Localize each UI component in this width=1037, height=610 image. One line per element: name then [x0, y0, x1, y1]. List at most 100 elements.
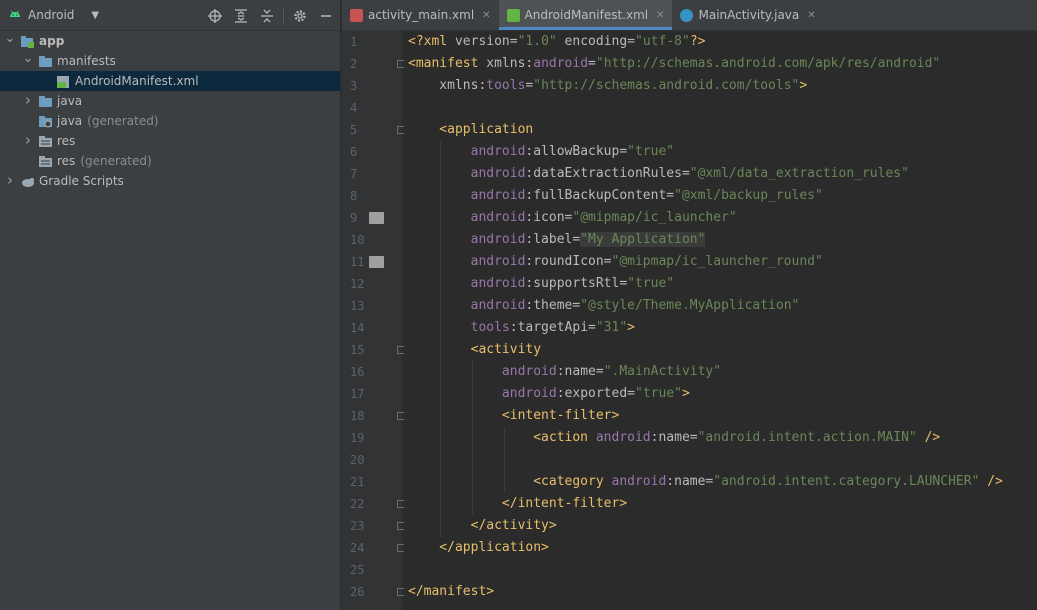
tab-activity-main-xml[interactable]: activity_main.xml ✕	[342, 0, 499, 30]
code-token: :targetApi=	[509, 320, 596, 335]
code-line: android:name=".MainActivity"	[408, 361, 721, 383]
code-token: "@style/Theme.MyApplication"	[580, 298, 800, 313]
code-token: tools	[486, 78, 526, 93]
code-token: :dataExtractionRules=	[525, 166, 690, 181]
tree-item[interactable]: › res	[0, 131, 340, 151]
code-token: "android.intent.category.LAUNCHER"	[713, 474, 980, 489]
line-number: 26	[350, 585, 365, 599]
line-number: 14	[350, 321, 365, 335]
tab-label: MainActivity.java	[698, 8, 800, 22]
tree-item[interactable]: ⌄ app	[0, 31, 340, 51]
collapse-all-icon[interactable]	[257, 6, 277, 26]
gear-icon[interactable]	[290, 6, 310, 26]
code-token: <intent-filter>	[408, 408, 620, 423]
tab-mainactivity-java[interactable]: MainActivity.java ✕	[672, 0, 823, 30]
tab-label: AndroidManifest.xml	[524, 8, 649, 22]
line-number: 1	[350, 35, 358, 49]
code-token: <manifest	[408, 56, 479, 71]
line-number: 24	[350, 541, 365, 555]
chevron-right-icon[interactable]: ›	[22, 131, 34, 149]
project-header: Android ▼	[0, 0, 340, 31]
code-line: <activity	[408, 339, 541, 361]
image-preview-icon[interactable]	[369, 212, 384, 224]
line-number: 10	[350, 233, 365, 247]
module-icon	[20, 35, 35, 48]
line-number: 16	[350, 365, 365, 379]
line-number: 5	[350, 123, 358, 137]
tree-item[interactable]: java (generated)	[0, 111, 340, 131]
code-line: tools:targetApi="31">	[408, 317, 635, 339]
tree-item-text: java	[57, 114, 83, 128]
code-token: "1.0"	[517, 34, 557, 49]
code-token: android	[408, 232, 526, 247]
code-token: android	[533, 56, 589, 71]
image-preview-icon[interactable]	[369, 256, 384, 268]
tree-item[interactable]: › java	[0, 91, 340, 111]
code-token: android	[588, 430, 651, 445]
chevron-right-icon[interactable]: ›	[4, 171, 16, 189]
chevron-right-icon[interactable]: ›	[22, 91, 34, 109]
code-token: "My Application"	[580, 232, 706, 247]
code-token: android	[408, 364, 557, 379]
code-token: "utf-8"	[635, 34, 690, 49]
code-token: "@xml/data_extraction_rules"	[689, 166, 909, 181]
tree-item[interactable]: › Gradle Scripts	[0, 171, 340, 191]
chevron-down-icon[interactable]: ⌄	[22, 51, 34, 66]
line-number: 22	[350, 497, 365, 511]
code-token: android	[408, 386, 557, 401]
java-class-icon	[680, 8, 694, 22]
tree-item-label: app	[39, 34, 64, 48]
code-line: </application>	[408, 537, 549, 559]
code-token: />	[916, 430, 941, 445]
code-token: :icon=	[525, 210, 573, 225]
tree-item[interactable]: AndroidManifest.xml	[0, 71, 340, 91]
code-line: android:exported="true">	[408, 383, 690, 405]
expand-all-icon[interactable]	[231, 6, 251, 26]
code-token: android	[408, 210, 526, 225]
code-token: ".MainActivity"	[603, 364, 722, 379]
project-tree: ⌄ app ⌄ manifests AndroidManifest.xml › java ja…	[0, 31, 340, 191]
android-icon	[10, 10, 20, 17]
tree-item-text: Gradle Scripts	[39, 174, 124, 188]
code-token: "true"	[627, 276, 675, 291]
chevron-down-icon[interactable]: ▼	[91, 10, 99, 21]
minimize-icon[interactable]	[316, 6, 336, 26]
locate-target-icon[interactable]	[205, 6, 225, 26]
code-token: xmlns:	[408, 78, 487, 93]
code-token: <application	[408, 122, 534, 137]
tree-item[interactable]: ⌄ manifests	[0, 51, 340, 71]
code-token: >	[799, 78, 808, 93]
code-token: :allowBackup=	[525, 144, 628, 159]
code-token: android	[408, 276, 526, 291]
close-icon[interactable]: ✕	[807, 10, 815, 21]
editor-area: activity_main.xml ✕ AndroidManifest.xml ✕ Ma…	[341, 0, 1037, 610]
code-token: :name=	[650, 430, 698, 445]
code-token: xmlns:	[478, 56, 534, 71]
tab-androidmanifest-xml[interactable]: AndroidManifest.xml ✕	[498, 0, 673, 30]
line-number: 6	[350, 145, 358, 159]
code-line: <application	[408, 119, 533, 141]
close-icon[interactable]: ✕	[482, 10, 490, 21]
code-token: <category	[408, 474, 604, 489]
code-token: <activity	[408, 342, 542, 357]
code-token: "http://schemas.android.com/apk/res/andr…	[595, 56, 941, 71]
code-token: </application>	[408, 540, 549, 555]
res-icon	[38, 155, 53, 168]
code-token: :theme=	[525, 298, 581, 313]
code-area[interactable]: <?xml version="1.0" encoding="utf-8"?> <m…	[404, 31, 1037, 610]
tree-item-hint: (generated)	[87, 114, 159, 128]
folder-gen-icon	[38, 115, 53, 128]
line-number: 8	[350, 189, 358, 203]
code-token: >	[627, 320, 635, 335]
code-token: />	[979, 474, 1003, 489]
project-view-selector[interactable]: Android	[28, 8, 74, 22]
tree-item-text: java	[57, 94, 83, 108]
chevron-down-icon[interactable]: ⌄	[4, 31, 16, 46]
code-token: android	[408, 188, 526, 203]
line-number: 12	[350, 277, 365, 291]
code-token: "true"	[635, 386, 682, 401]
tree-item-label: res	[57, 134, 75, 148]
close-icon[interactable]: ✕	[656, 10, 664, 21]
tree-item[interactable]: res (generated)	[0, 151, 340, 171]
tree-item-label: java	[57, 94, 82, 108]
